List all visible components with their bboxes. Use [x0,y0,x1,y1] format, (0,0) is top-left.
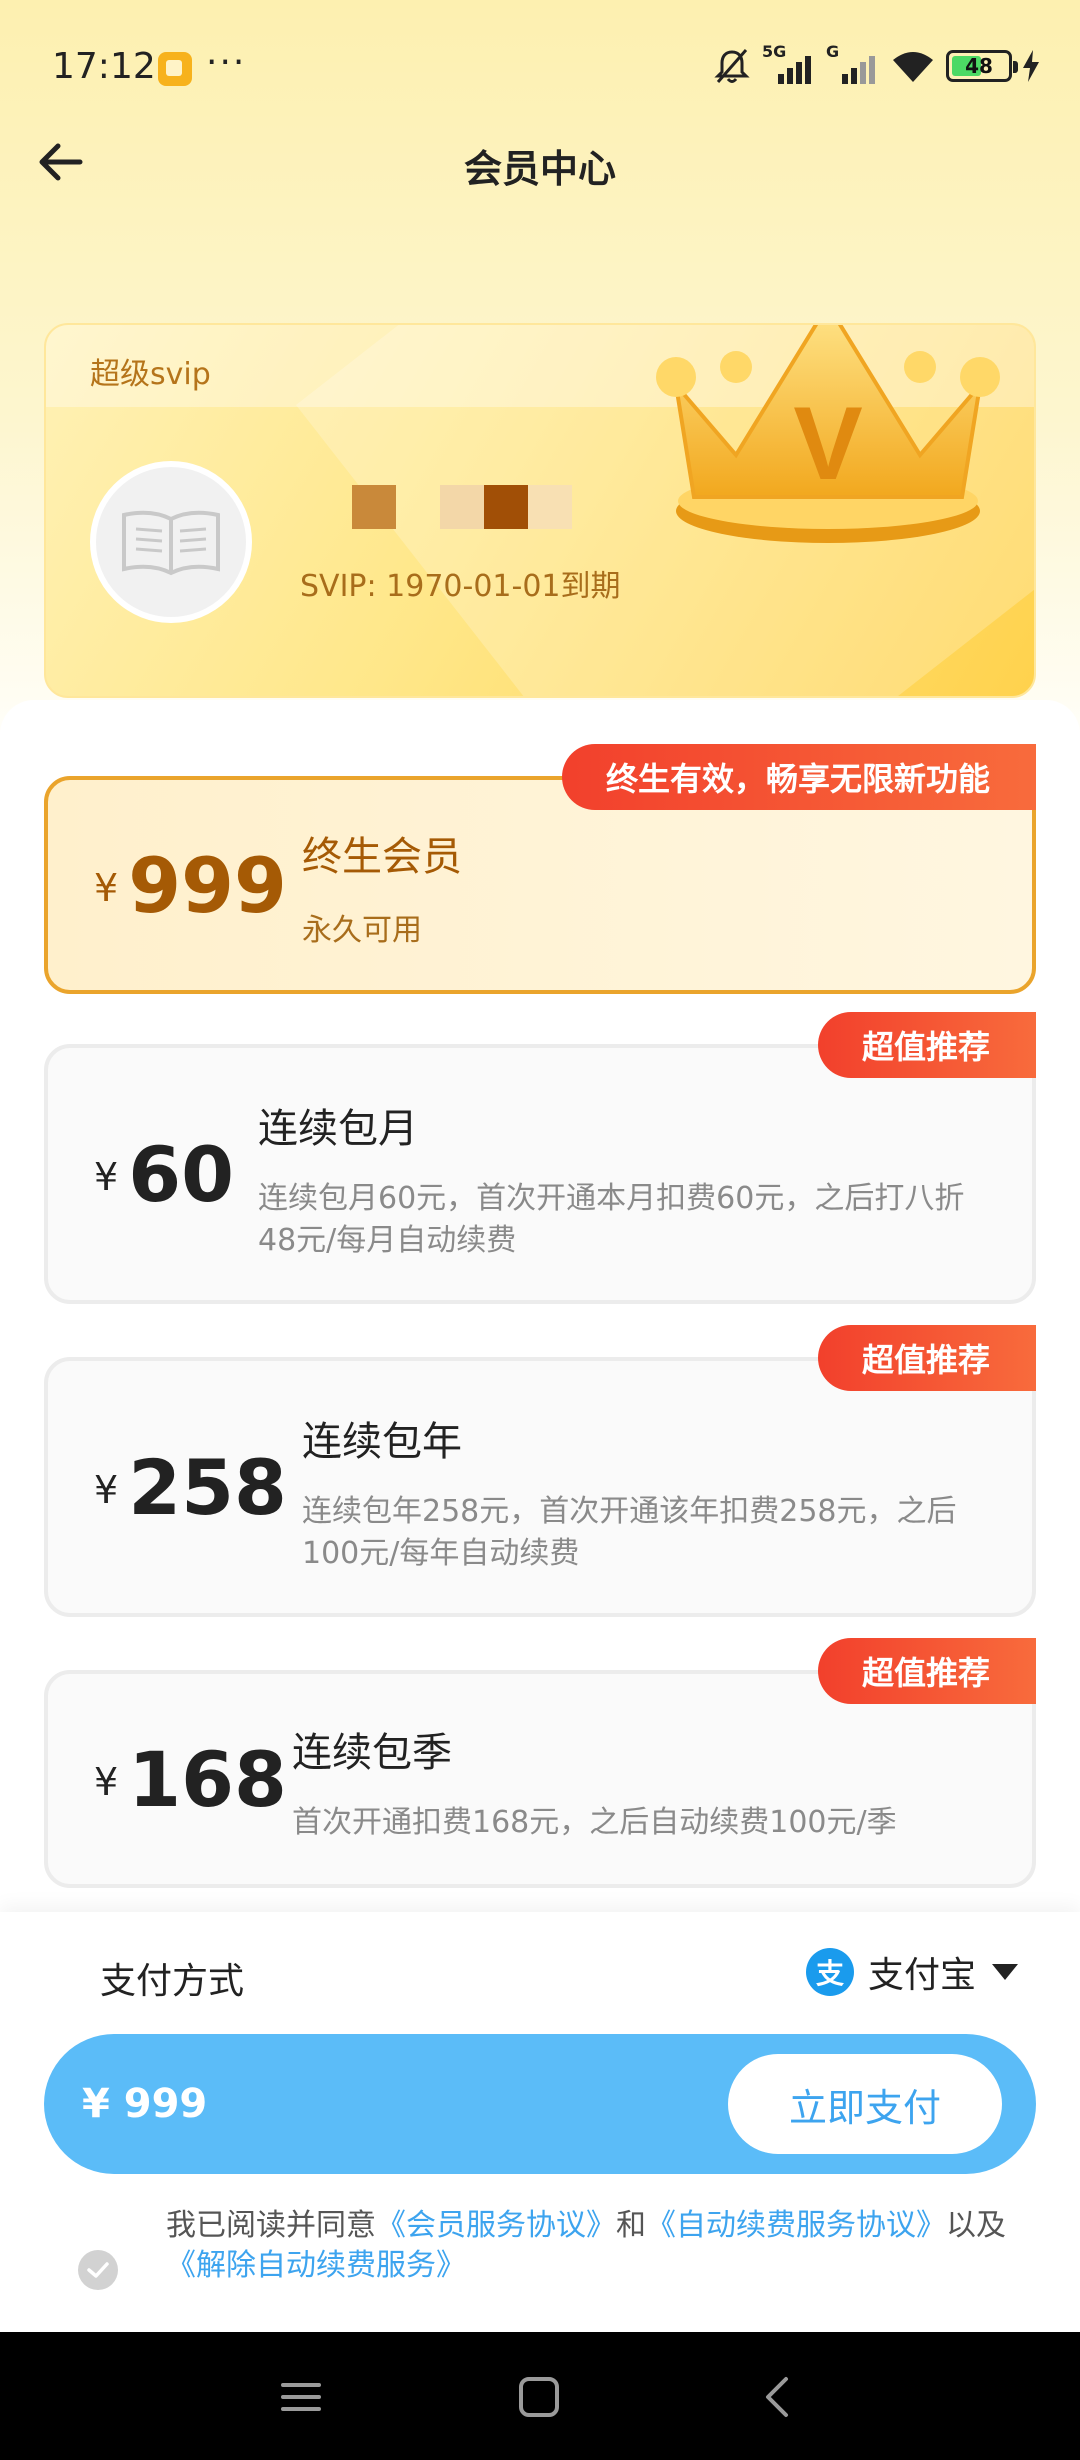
nav-back-button[interactable] [742,2362,812,2432]
link-cancel-auto-renew[interactable]: 《解除自动续费服务》 [166,2248,466,2283]
link-member-service-agreement[interactable]: 《会员服务协议》 [376,2208,616,2243]
charging-icon [1023,50,1039,82]
plan-lifetime[interactable]: 终生有效，畅享无限新功能 ¥ 999 终生会员 永久可用 [44,744,1036,994]
pay-now-button[interactable]: 立即支付 [728,2054,1002,2154]
plan-amount: 168 [128,1734,287,1824]
plan-description: 永久可用 [302,913,422,948]
home-square-icon [519,2377,559,2417]
signal-icon: 5G [762,42,816,84]
battery-icon: 48 [946,50,1018,82]
plan-quarterly[interactable]: 超值推荐 ¥ 168 连续包季 首次开通扣费168元，之后自动续费100元/季 [44,1638,1036,1888]
plan-badge: 终生有效，畅享无限新功能 [561,744,1036,810]
signal-icon-2: G [826,42,880,84]
check-icon [87,2262,109,2278]
plan-name: 连续包季 [292,1730,452,1776]
payment-panel: 支付方式 支 支付宝 ¥ 999 立即支付 我已阅读并同意《会员服务协议》和《自… [0,1912,1080,2332]
membership-expiry: SVIP: 1970-01-01到期 [300,569,621,604]
membership-level: 超级svip [90,357,211,392]
status-time: 17:12 [52,46,156,87]
header: 会员中心 [0,128,1080,198]
app-notification-icon [158,52,192,86]
plan-price: ¥ 999 [94,780,287,990]
plan-description: 连续包月60元，首次开通本月扣费60元，之后打八折48元/每月自动续费 [258,1181,965,1258]
plan-yearly[interactable]: 超值推荐 ¥ 258 连续包年 连续包年258元，首次开通该年扣费258元，之后… [44,1325,1036,1617]
plan-amount: 258 [128,1442,287,1532]
plan-description: 连续包年258元，首次开通该年扣费258元，之后100元/每年自动续费 [302,1494,957,1571]
username-redacted [352,485,572,529]
currency-symbol: ¥ [94,1760,119,1804]
plan-price: ¥ 60 [94,1048,234,1300]
more-notifications-icon: ··· [206,42,247,83]
status-icons: 5G G 48 [712,42,1040,86]
plan-name: 终生会员 [302,834,462,880]
plan-monthly[interactable]: 超值推荐 ¥ 60 连续包月 连续包月60元，首次开通本月扣费60元，之后打八折… [44,1012,1036,1304]
currency-symbol: ¥ [94,1155,119,1199]
payment-method-label: 支付方式 [100,1961,245,2002]
page-title: 会员中心 [463,147,616,191]
currency-symbol: ¥ [94,866,119,910]
payment-method-name: 支付宝 [867,1955,976,1996]
nav-home-button[interactable] [504,2362,574,2432]
svg-text:V: V [793,386,862,502]
currency-symbol: ¥ [94,1468,119,1512]
alipay-icon: 支 [805,1948,854,1996]
book-icon [122,510,220,576]
plan-description: 首次开通扣费168元，之后自动续费100元/季 [292,1805,897,1840]
payment-method-select[interactable]: 支 支付宝 [805,1942,1020,2002]
system-nav-bar [0,2332,1080,2460]
agreement-checkbox[interactable] [78,2250,118,2290]
pay-bar: ¥ 999 立即支付 [44,2034,1036,2174]
crown-icon: V [656,325,1000,543]
member-card: 超级svip SVIP: 1970-01-01到期 V [44,323,1036,698]
mute-icon [714,49,750,83]
page-root: 17:12 ··· 5G G 48 会员中心 超级svip SVIP: 1970… [0,0,1080,2460]
avatar[interactable] [90,461,252,623]
plan-amount: 999 [128,840,287,930]
link-auto-renew-agreement[interactable]: 《自动续费服务协议》 [646,2208,946,2243]
caret-down-icon [992,1964,1018,1980]
plan-name: 连续包年 [302,1419,462,1465]
plan-badge: 超值推荐 [817,1638,1036,1704]
agreement-text: 我已阅读并同意《会员服务协议》和《自动续费服务协议》以及《解除自动续费服务》 [166,2208,1006,2283]
nav-menu-button[interactable] [266,2362,336,2432]
plan-price: ¥ 168 [94,1674,287,1884]
pay-total: ¥ 999 [82,2081,208,2127]
plan-badge: 超值推荐 [817,1012,1036,1078]
plan-badge: 超值推荐 [817,1325,1036,1391]
plan-name: 连续包月 [258,1106,418,1152]
back-chevron-icon [766,2377,788,2417]
plan-amount: 60 [128,1129,234,1219]
wifi-icon [893,52,933,82]
menu-icon [281,2383,321,2411]
status-bar: 17:12 ··· 5G G 48 [0,0,1080,136]
plan-price: ¥ 258 [94,1361,287,1613]
